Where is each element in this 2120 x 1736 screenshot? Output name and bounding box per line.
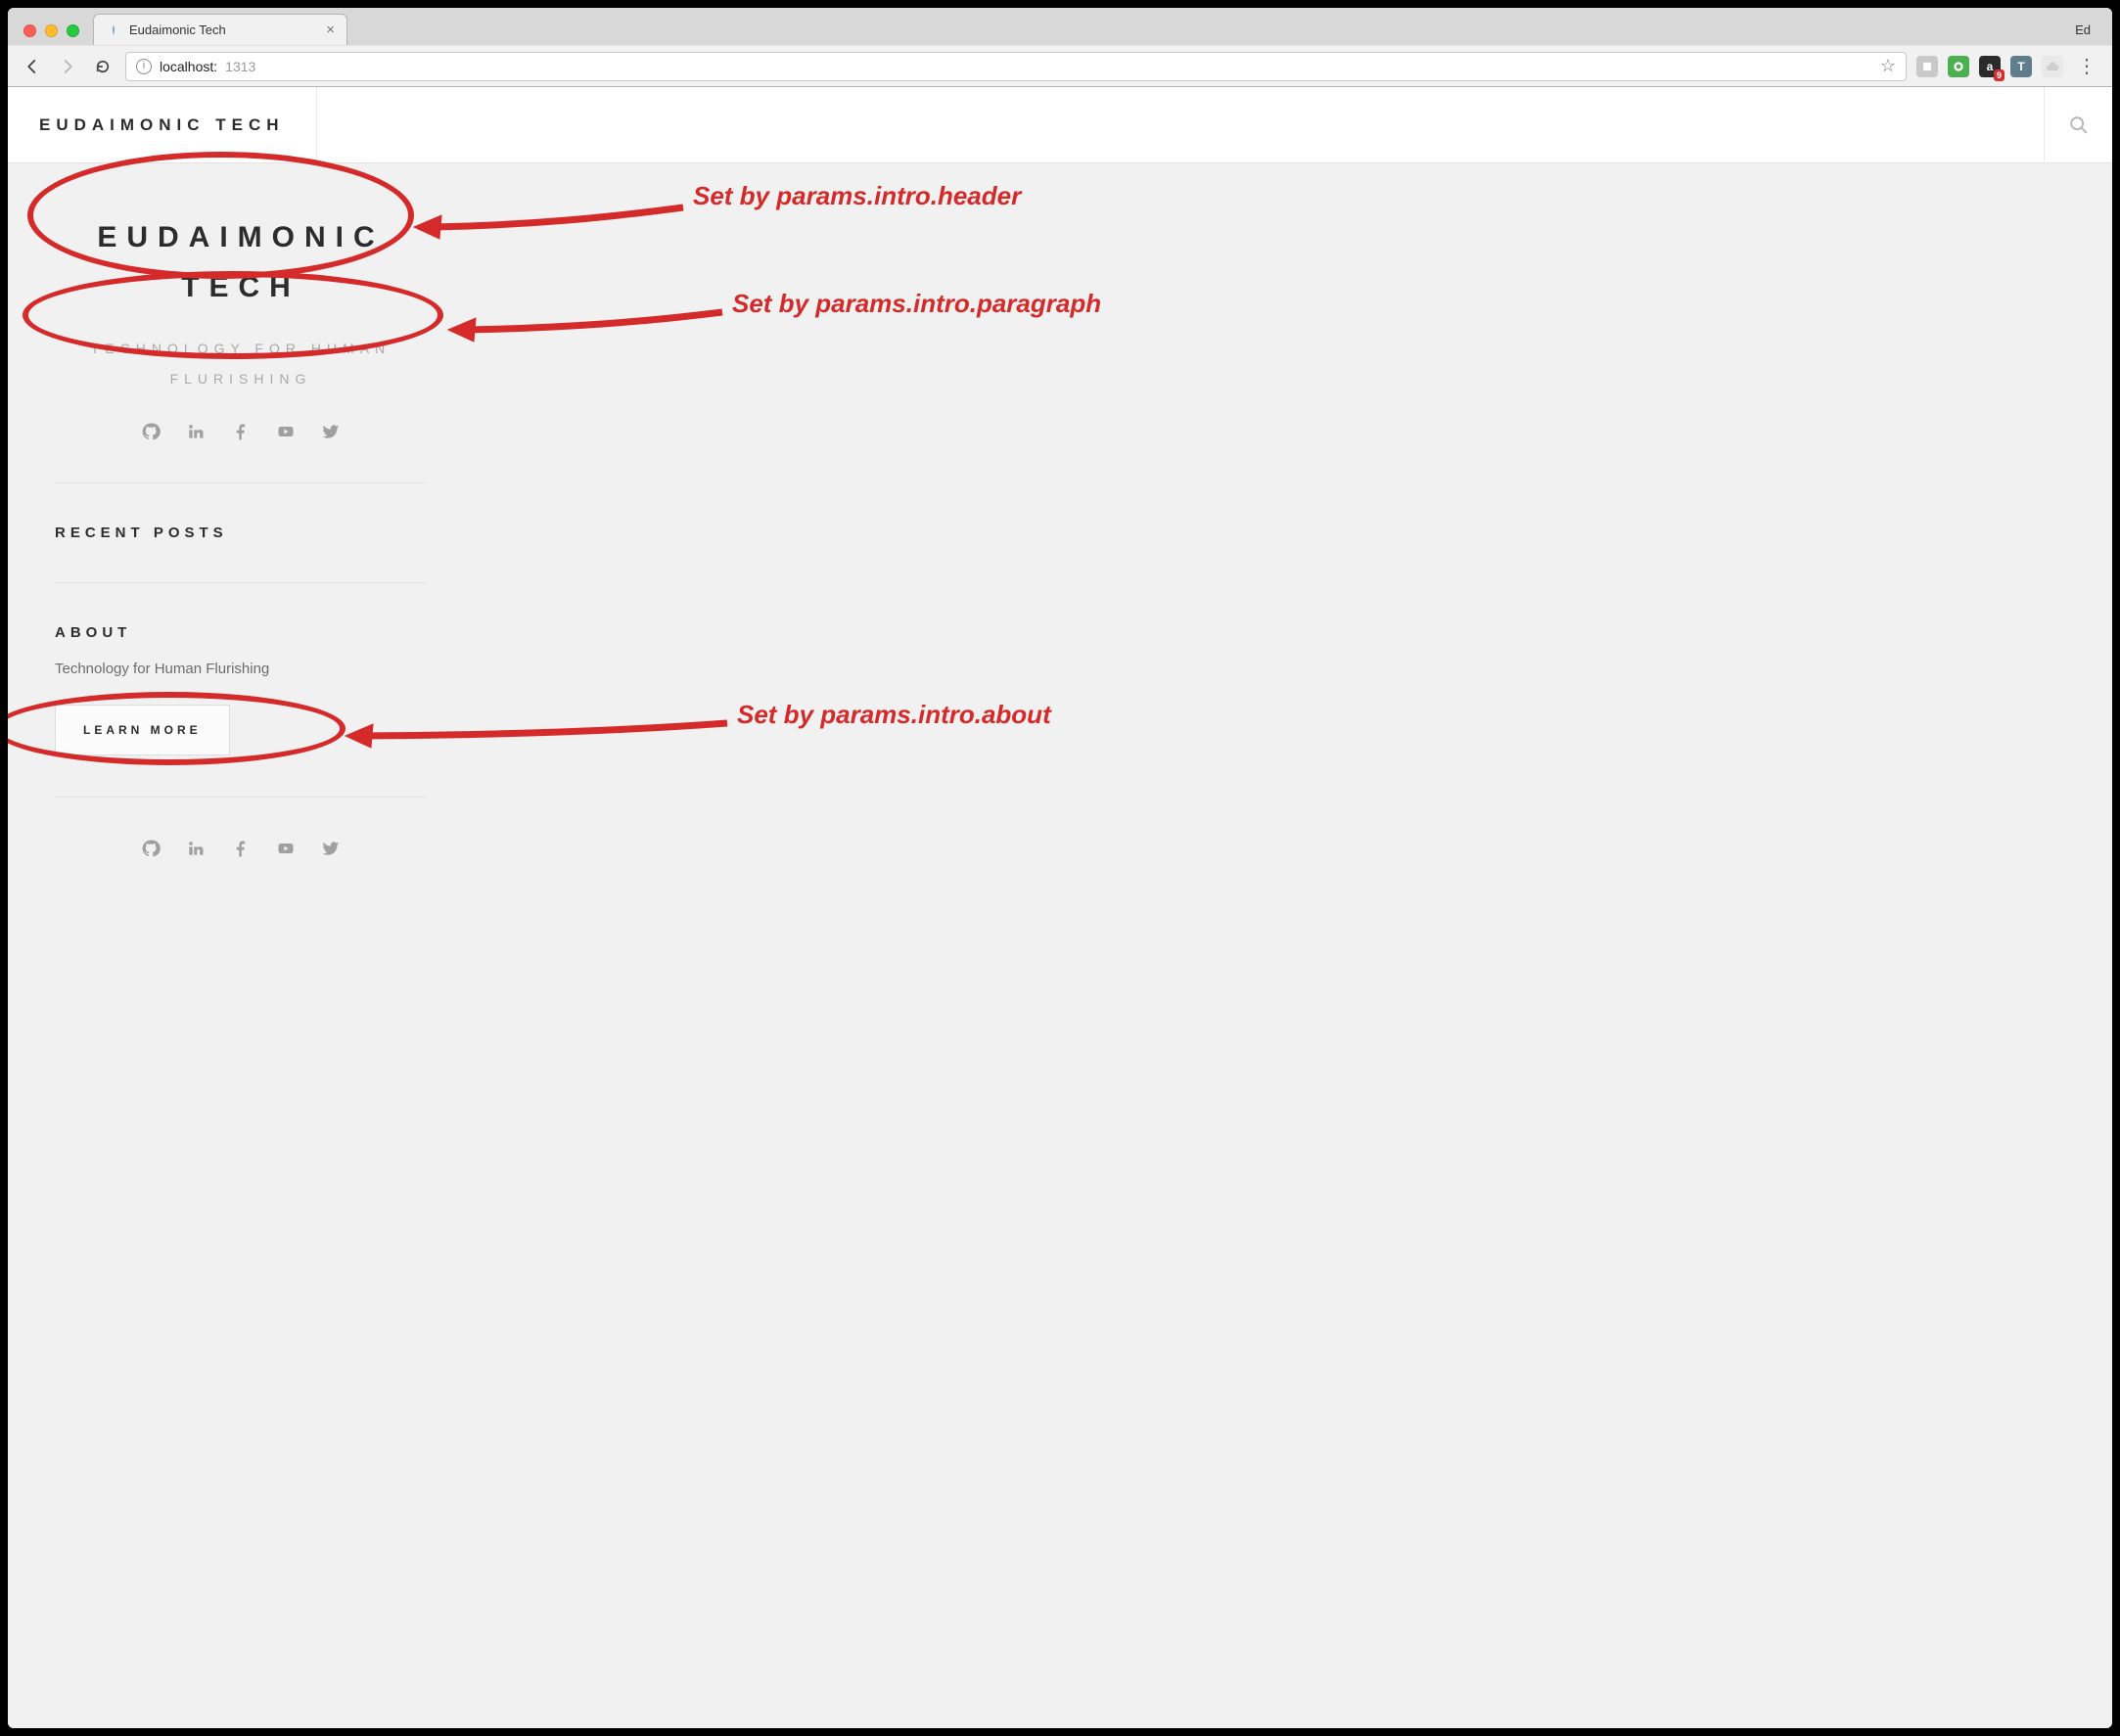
bookmark-star-icon[interactable]: ☆	[1880, 56, 1896, 76]
brand-text: EUDAIMONIC TECH	[39, 115, 285, 135]
address-bar[interactable]: i localhost: 1313 ☆	[125, 52, 1907, 81]
intro-sidebar: EUDAIMONIC TECH TECHNOLOGY FOR HUMAN FLU…	[55, 212, 427, 858]
recent-posts-title: RECENT POSTS	[55, 525, 427, 541]
about-title: ABOUT	[55, 624, 427, 641]
window-zoom-icon[interactable]	[67, 24, 79, 37]
header-search-button[interactable]	[2044, 87, 2112, 162]
twitter-icon[interactable]	[321, 839, 341, 858]
extension-icon[interactable]: T	[2010, 56, 2032, 77]
annotation-arrow	[414, 198, 688, 256]
chrome-menu-icon[interactable]: ⋮	[2073, 54, 2100, 78]
learn-more-button[interactable]: LEARN MORE	[55, 705, 230, 755]
learn-more-label: LEARN MORE	[83, 723, 202, 737]
favicon-icon	[106, 23, 121, 38]
page-viewport[interactable]: EUDAIMONIC TECH EUDAIMONIC TECH TECHNOLO…	[8, 87, 2112, 1728]
site-info-icon[interactable]: i	[136, 59, 152, 74]
window-minimize-icon[interactable]	[45, 24, 58, 37]
url-port: 1313	[225, 59, 255, 74]
intro-header: EUDAIMONIC TECH	[55, 212, 427, 312]
divider	[55, 797, 427, 798]
tab-strip: Eudaimonic Tech × Ed	[8, 8, 2112, 45]
annotation-label: Set by params.intro.about	[737, 700, 1051, 730]
github-icon[interactable]	[141, 422, 161, 441]
divider	[55, 482, 427, 483]
tab-close-icon[interactable]: ×	[326, 23, 335, 37]
linkedin-icon[interactable]	[186, 839, 206, 858]
browser-toolbar: i localhost: 1313 ☆ a 9 T ⋮	[8, 45, 2112, 86]
annotation-label: Set by params.intro.header	[693, 181, 1021, 211]
window-frame: Eudaimonic Tech × Ed i localhost: 1313 ☆	[8, 8, 2112, 1728]
page-root: EUDAIMONIC TECH EUDAIMONIC TECH TECHNOLO…	[8, 87, 2112, 1728]
social-row	[55, 422, 427, 441]
youtube-icon[interactable]	[276, 839, 296, 858]
header-spacer	[317, 87, 2044, 162]
browser-chrome: Eudaimonic Tech × Ed i localhost: 1313 ☆	[8, 8, 2112, 87]
page-content: EUDAIMONIC TECH TECHNOLOGY FOR HUMAN FLU…	[8, 163, 2112, 917]
facebook-icon[interactable]	[231, 422, 251, 441]
linkedin-icon[interactable]	[186, 422, 206, 441]
forward-button[interactable]	[55, 54, 80, 79]
annotation-label: Set by params.intro.paragraph	[732, 289, 1101, 319]
traffic-lights	[18, 24, 85, 45]
annotation-arrow	[448, 300, 727, 359]
extension-icon[interactable]	[2042, 56, 2063, 77]
divider	[55, 582, 427, 583]
profile-label[interactable]: Ed	[2075, 23, 2102, 45]
twitter-icon[interactable]	[321, 422, 341, 441]
extension-icon[interactable]	[1916, 56, 1938, 77]
github-icon[interactable]	[141, 839, 161, 858]
extension-icons: a 9 T ⋮	[1916, 54, 2100, 78]
extension-badge: 9	[1994, 69, 2005, 81]
search-icon	[2068, 114, 2090, 136]
social-row-footer	[55, 839, 427, 858]
about-text: Technology for Human Flurishing	[55, 661, 427, 677]
extension-icon[interactable]: a 9	[1979, 56, 2001, 77]
site-header: EUDAIMONIC TECH	[8, 87, 2112, 163]
tab-title: Eudaimonic Tech	[129, 23, 318, 37]
reload-button[interactable]	[90, 54, 115, 79]
site-brand[interactable]: EUDAIMONIC TECH	[8, 87, 317, 162]
url-host: localhost:	[160, 59, 217, 74]
back-button[interactable]	[20, 54, 45, 79]
facebook-icon[interactable]	[231, 839, 251, 858]
window-close-icon[interactable]	[23, 24, 36, 37]
youtube-icon[interactable]	[276, 422, 296, 441]
intro-paragraph: TECHNOLOGY FOR HUMAN FLURISHING	[55, 334, 427, 394]
extension-icon[interactable]	[1948, 56, 1969, 77]
browser-tab[interactable]: Eudaimonic Tech ×	[93, 14, 347, 45]
